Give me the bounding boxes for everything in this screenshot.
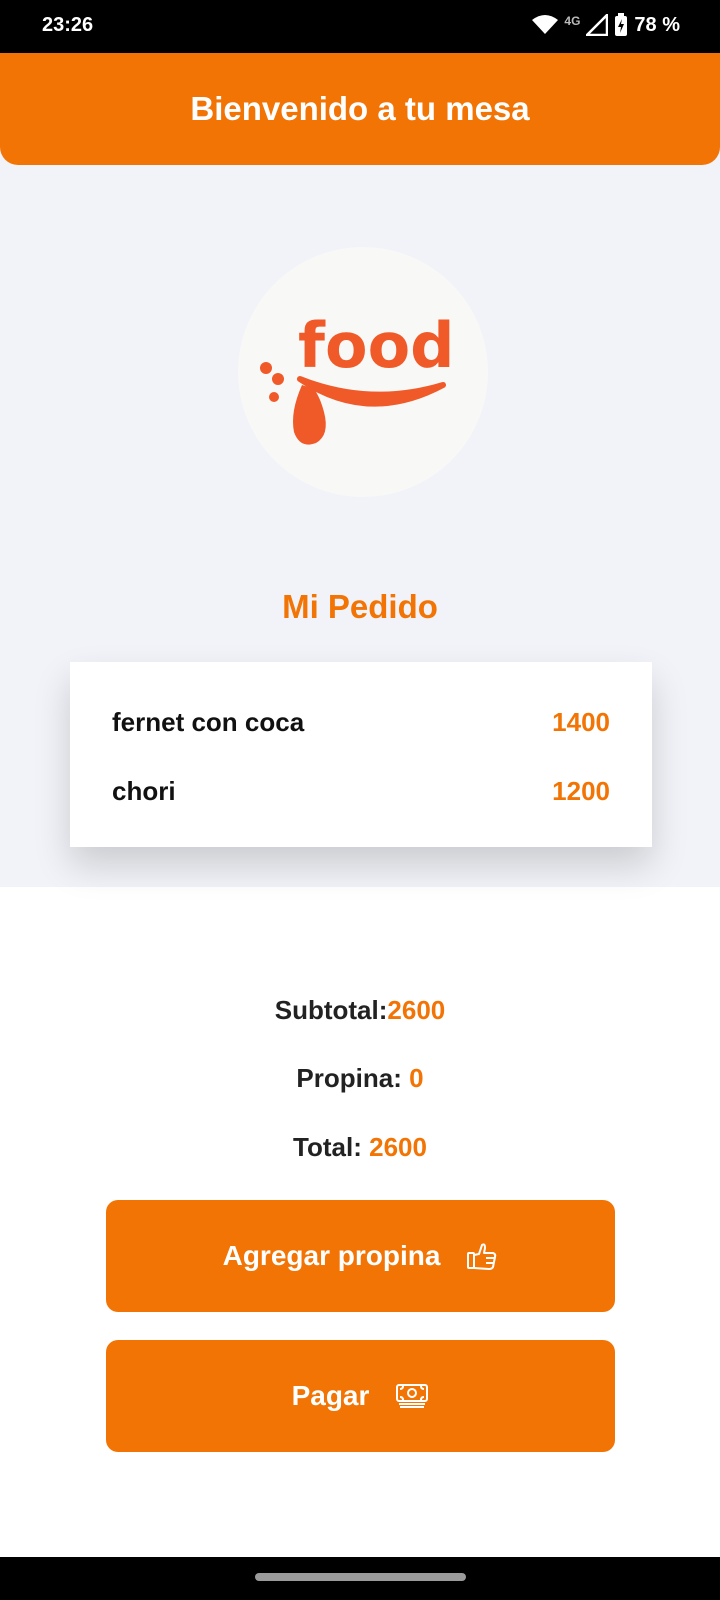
add-tip-label: Agregar propina [222,1240,441,1271]
home-gesture-handle[interactable] [255,1573,466,1581]
item-price: 1400 [552,707,610,737]
subtotal-value: 2600 [387,995,446,1025]
tip-label: Propina: [296,1063,410,1093]
status-icons: 4G 78 % [532,13,680,37]
system-nav-bar [0,1557,720,1600]
thumbs-up-icon [466,1241,498,1271]
status-bar: 23:26 4G 78 % [0,0,720,53]
order-card: fernet con coca 1400 chori 1200 [70,662,652,847]
app-header: Bienvenido a tu mesa [0,53,720,165]
list-item: fernet con coca 1400 [112,688,610,757]
wifi-icon [532,15,559,35]
network-type-label: 4G [564,14,581,28]
money-icon [395,1382,429,1410]
item-name: fernet con coca [112,707,305,737]
subtotal-label: Subtotal: [274,995,388,1025]
tip-line: Propina: 0 [0,1063,720,1094]
total-label: Total: [293,1132,370,1162]
page-title: Bienvenido a tu mesa [190,90,530,127]
logo-text: food [298,309,455,382]
total-line: Total: 2600 [0,1132,720,1163]
status-time: 23:26 [42,14,94,36]
subtotal-line: Subtotal:2600 [0,995,720,1026]
total-value: 2600 [369,1132,427,1162]
cell-signal-icon [586,14,609,36]
pay-button[interactable]: Pagar [106,1340,615,1452]
add-tip-button[interactable]: Agregar propina [106,1200,615,1312]
battery-charging-icon [614,13,628,37]
pay-label: Pagar [291,1380,370,1411]
list-item: chori 1200 [112,757,610,826]
item-name: chori [112,776,176,806]
item-price: 1200 [552,776,610,806]
restaurant-logo: food [238,247,488,497]
battery-level: 78 % [634,13,680,36]
tip-value: 0 [409,1063,424,1093]
order-title: Mi Pedido [282,588,438,625]
